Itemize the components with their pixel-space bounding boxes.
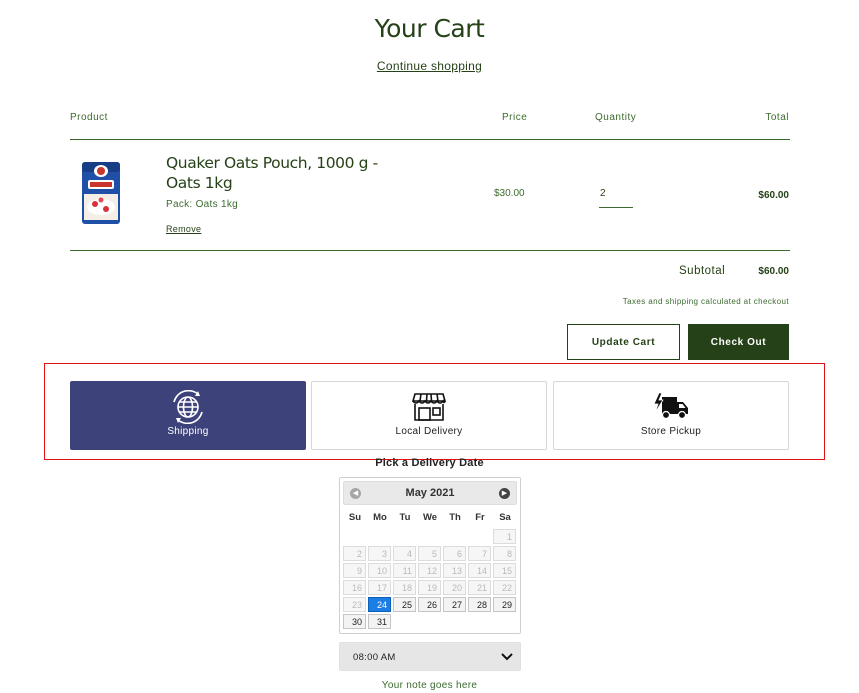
weekday-label: We [422,512,438,523]
weekday-label: Sa [499,512,511,523]
calendar-day: 13 [443,563,466,578]
calendar-day: 4 [393,546,416,561]
item-line-total: $60.00 [758,190,789,201]
oats-pouch-image[interactable] [80,162,122,224]
calendar-day: 15 [493,563,516,578]
calendar-day: 2 [343,546,366,561]
product-variant: Pack: Oats 1kg [166,199,239,210]
calendar-day: 6 [443,546,466,561]
calendar-day: 10 [368,563,391,578]
calendar-day: 1 [493,529,516,544]
time-select-value: 08:00 AM [353,652,396,663]
method-store-pickup[interactable]: Store Pickup [553,381,789,450]
calendar-day: 9 [343,563,366,578]
header-quantity: Quantity [595,112,637,123]
calendar-day[interactable]: 29 [493,597,516,612]
date-picker: ◀ May 2021 ▶ Su Mo Tu We Th Fr Sa 1 2 3 4 5 6 7 8 9 10 1… [339,477,521,634]
method-label: Shipping [167,426,209,437]
header-product: Product [70,112,108,123]
page-title: Your Cart [374,14,485,43]
tax-note: Taxes and shipping calculated at checkou… [622,297,789,306]
order-note[interactable]: Your note goes here [0,680,859,691]
weekday-label: Mo [373,512,387,523]
product-name[interactable]: Quaker Oats Pouch, 1000 g - Oats 1kg [166,153,416,193]
checkout-button[interactable]: Check Out [688,324,789,360]
item-price: $30.00 [494,188,525,199]
calendar-day: 22 [493,580,516,595]
calendar-day: 19 [418,580,441,595]
calendar-day: 5 [418,546,441,561]
calendar-day: 11 [393,563,416,578]
calendar-day[interactable]: 28 [468,597,491,612]
delivery-truck-icon [653,393,688,420]
header-total: Total [765,112,789,123]
calendar-day: 23 [343,597,366,612]
calendar-header: ◀ May 2021 ▶ [343,481,517,505]
calendar-day[interactable]: 25 [393,597,416,612]
subtotal-value: $60.00 [758,266,789,277]
header-price: Price [502,112,528,123]
calendar-day: 14 [468,563,491,578]
continue-shopping-link[interactable]: Continue shopping [0,59,859,73]
method-label: Store Pickup [640,426,702,437]
remove-item-link[interactable]: Remove [166,224,201,234]
method-label: Local Delivery [395,426,463,437]
calendar-day[interactable]: 30 [343,614,366,629]
calendar-day: 8 [493,546,516,561]
calendar-day: 17 [368,580,391,595]
method-shipping[interactable]: Shipping [70,381,306,450]
weekday-label: Fr [475,512,485,523]
row-divider [70,250,790,251]
globe-icon [173,390,203,424]
calendar-day-selected[interactable]: 24 [368,597,391,612]
subtotal-label: Subtotal [679,265,726,277]
header-divider [70,139,790,140]
method-local-delivery[interactable]: Local Delivery [311,381,547,450]
calendar-day: 7 [468,546,491,561]
next-month-icon[interactable]: ▶ [499,488,510,499]
calendar-day[interactable]: 27 [443,597,466,612]
delivery-date-title: Pick a Delivery Date [375,457,484,469]
calendar-month: May 2021 [405,487,455,499]
calendar-day: 16 [343,580,366,595]
delivery-time-select[interactable]: 08:00 AM [339,642,521,671]
weekday-label: Tu [399,512,411,523]
calendar-day[interactable]: 26 [418,597,441,612]
calendar-day: 21 [468,580,491,595]
weekday-label: Th [449,512,461,523]
update-cart-button[interactable]: Update Cart [567,324,680,360]
quantity-input[interactable] [599,186,633,208]
storefront-icon [411,393,447,421]
chevron-down-icon [501,653,513,661]
calendar-day: 18 [393,580,416,595]
calendar-day: 20 [443,580,466,595]
weekday-label: Su [348,512,362,523]
calendar-day[interactable]: 31 [368,614,391,629]
calendar-day: 3 [368,546,391,561]
calendar-day: 12 [418,563,441,578]
